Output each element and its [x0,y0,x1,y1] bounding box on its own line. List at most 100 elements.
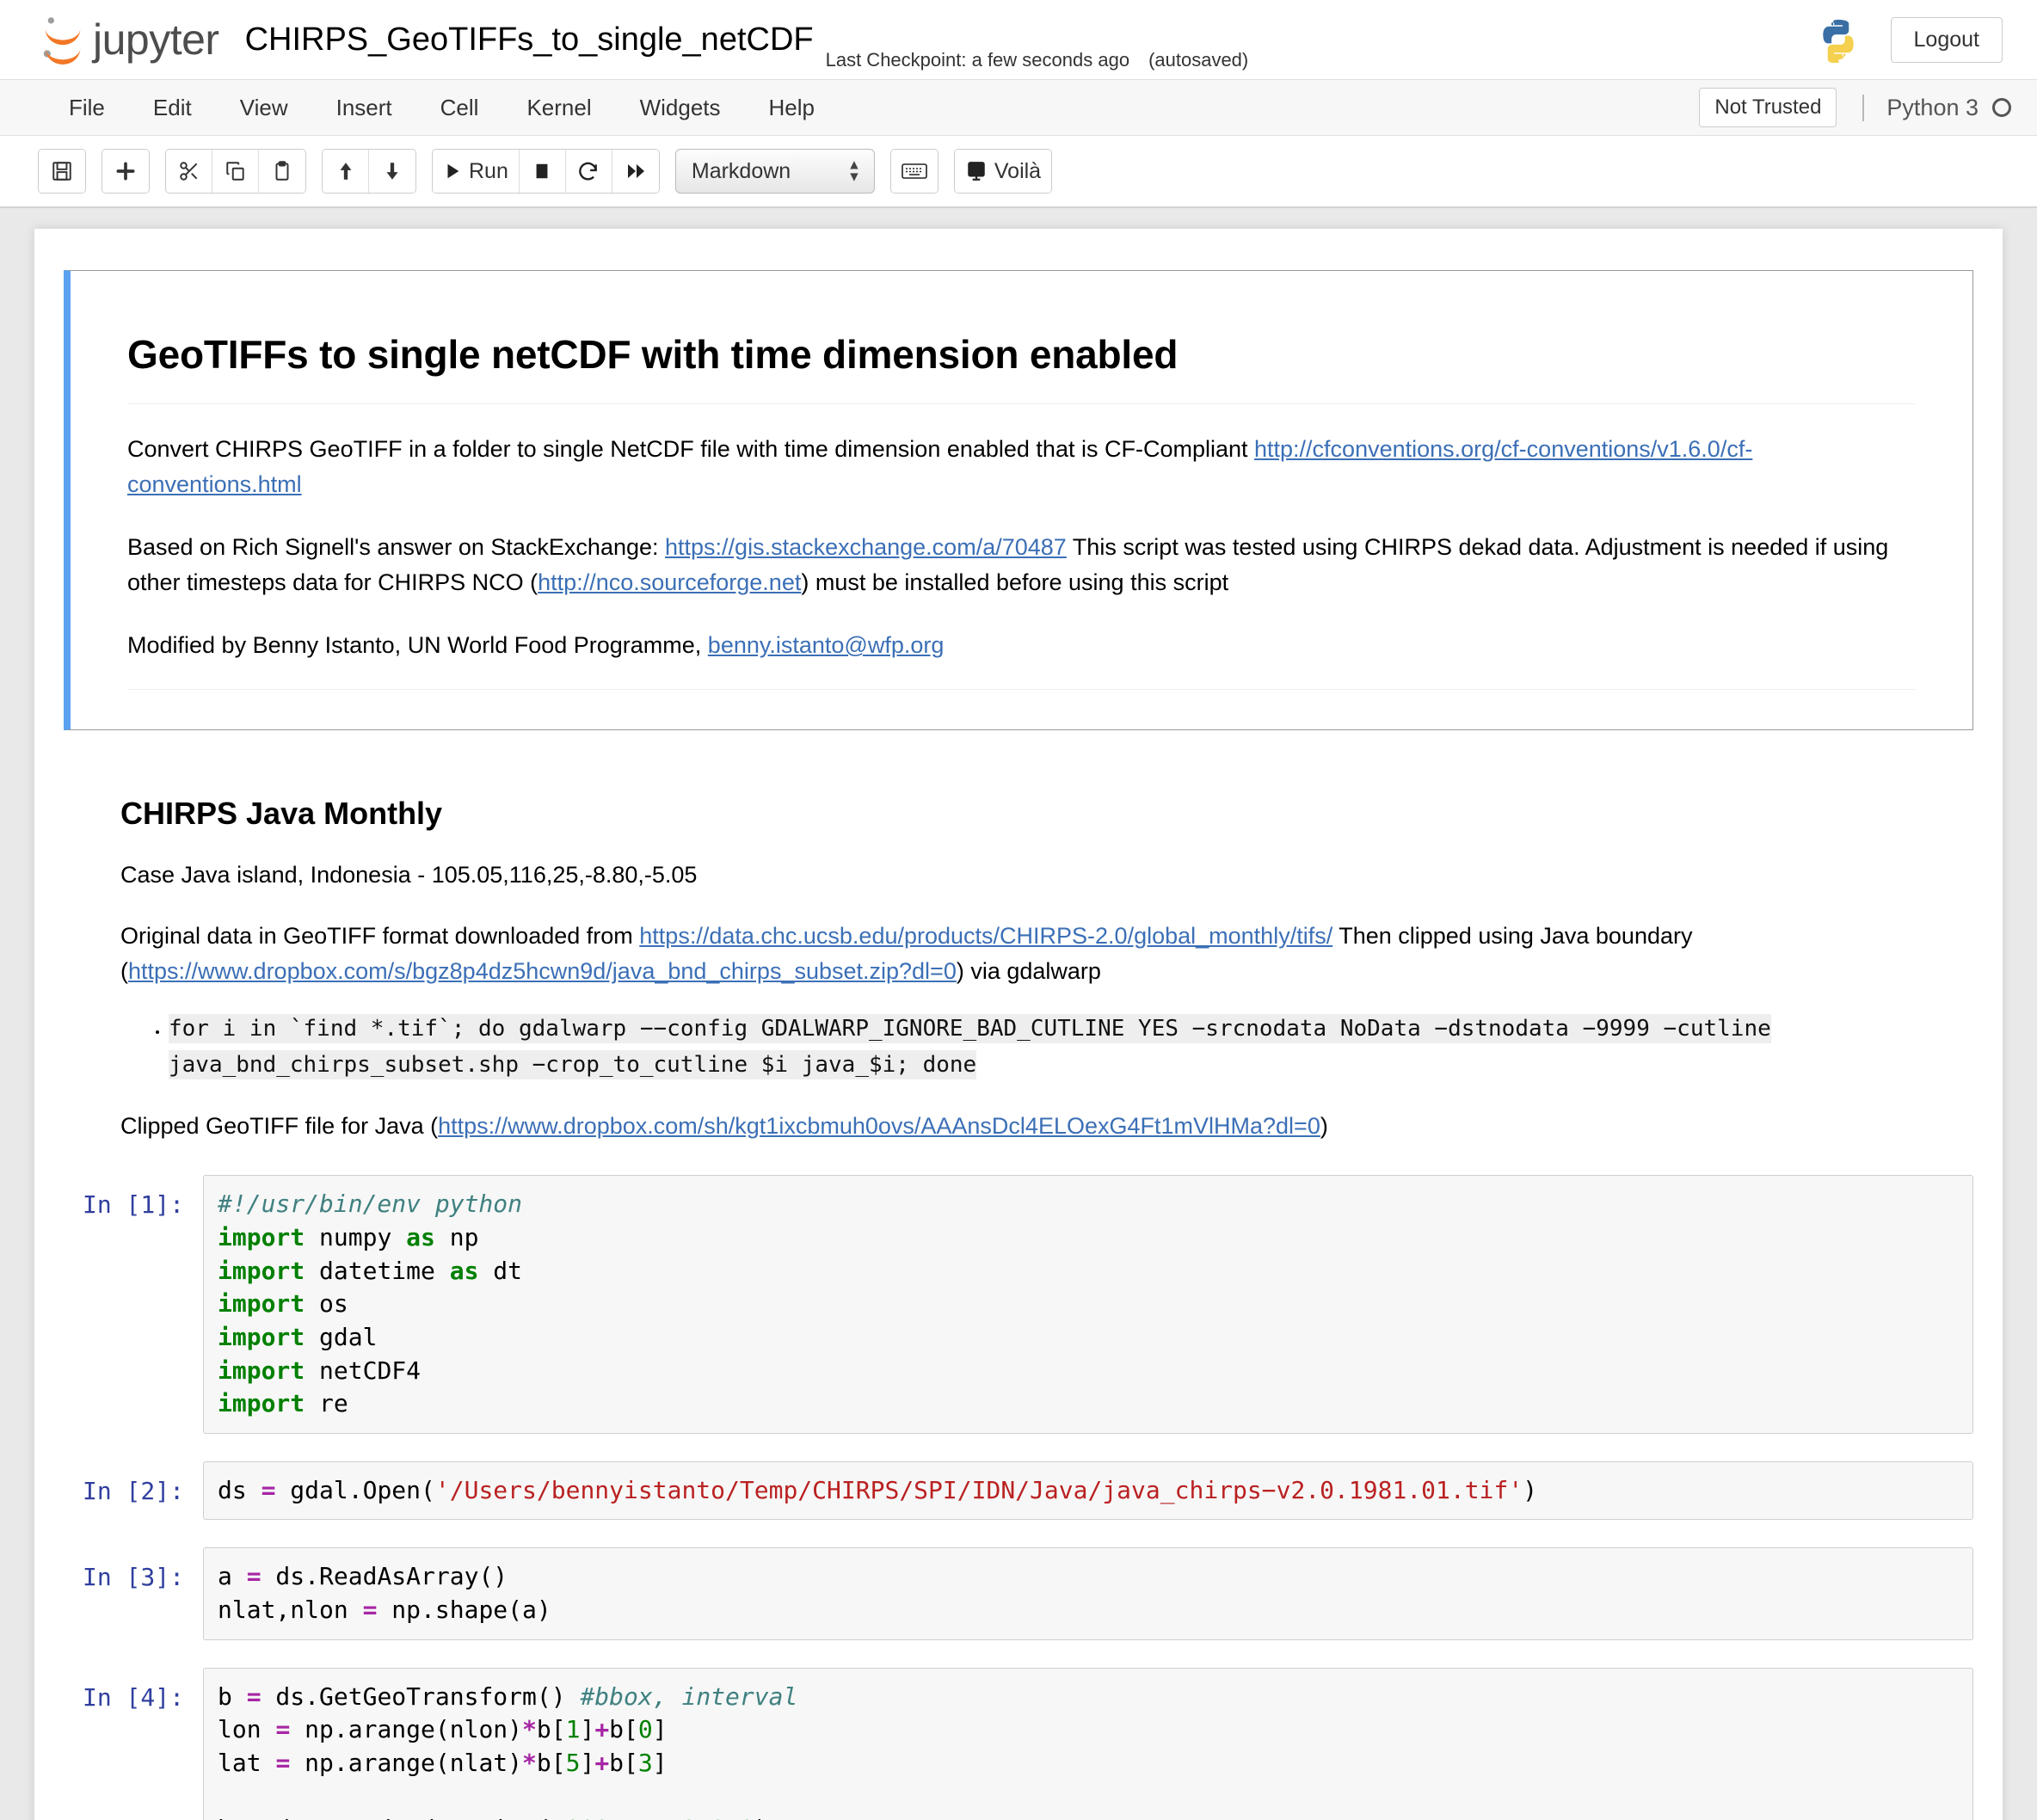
markdown-cell-intro[interactable]: GeoTIFFs to single netCDF with time dime… [64,270,1973,731]
menu-file[interactable]: File [45,86,129,130]
code-editor-area[interactable]: #!/usr/bin/env python import numpy as np… [203,1175,1973,1434]
nco-sourceforge-link[interactable]: http://nco.sourceforge.net [538,569,801,595]
logout-button[interactable]: Logout [1890,16,2003,63]
kernel-idle-circle-icon[interactable] [1992,98,2011,117]
markdown-cell-java-monthly[interactable]: CHIRPS Java Monthly Case Java island, In… [64,754,1973,1161]
cell-type-select[interactable]: Markdown [674,149,875,194]
notebook-title[interactable]: CHIRPS_GeoTIFFs_to_single_netCDF [245,22,814,58]
voila-render-button[interactable]: Voilà [954,150,1052,193]
paste-cell-button[interactable] [259,150,305,193]
stackexchange-link[interactable]: https://gis.stackexchange.com/a/70487 [665,534,1067,560]
code-editor-area[interactable]: b = ds.GetGeoTransform() #bbox, interval… [203,1667,1973,1820]
move-cell-down-button[interactable] [369,150,415,193]
code-cell[interactable]: In [2]: ds = gdal.Open('/Users/bennyistan… [64,1448,1973,1534]
code-token: * [522,1748,537,1777]
code-token: as [449,1256,479,1285]
java-source-paragraph: Original data in GeoTIFF format download… [120,919,1917,989]
arrow-up-icon [335,160,357,182]
run-cell-button[interactable]: Run [433,150,520,193]
interrupt-kernel-button[interactable] [519,150,566,193]
code-editor-area[interactable]: ds = gdal.Open('/Users/bennyistanto/Temp… [203,1460,1973,1521]
plus-icon [114,160,137,182]
code-token: import [218,1223,305,1252]
code-token: lat [218,1748,276,1777]
voila-button-label: Voilà [994,158,1042,183]
save-button[interactable] [39,150,85,193]
page-title: GeoTIFFs to single netCDF with time dime… [127,332,1179,377]
code-token: 0 [681,1815,696,1820]
code-token: + [594,1748,610,1777]
trust-status-badge[interactable]: Not Trusted [1699,88,1837,127]
code-cell[interactable]: In [3]: a = ds.ReadAsArray() nlat,nlon = … [64,1534,1973,1653]
paste-icon [271,160,293,182]
notebook-scroll-container[interactable]: GeoTIFFs to single netCDF with time dime… [0,208,2037,1820]
autosave-status: (autosaved) [1148,49,1249,71]
menu-widgets[interactable]: Widgets [616,86,745,130]
code-token: 3 [637,1748,653,1777]
code-token: dt.datetime( [363,1815,551,1820]
code-token: = [348,1815,363,1820]
execution-count-prompt: In [2]: [82,1476,184,1505]
keyboard-icon [902,162,927,181]
intro-text-2c: ) must be installed before using this sc… [801,569,1229,596]
code-token: ] [652,1748,668,1777]
insert-cell-below-button[interactable] [102,150,149,193]
code-token: re [305,1389,348,1418]
code-editor-area[interactable]: a = ds.ReadAsArray() nlat,nlon = np.shap… [203,1547,1973,1640]
code-token: = [246,1562,262,1591]
code-token: ds.GetGeoTransform() [261,1682,581,1711]
code-token: 5 [565,1748,581,1777]
restart-kernel-button[interactable] [565,150,612,193]
toolbar-group-voila: Voilà [953,149,1053,194]
code-token: = [362,1596,378,1625]
toolbar-group-move [322,149,416,194]
code-token: gdal [305,1322,378,1351]
code-token: as [406,1223,435,1252]
code-token: netCDF4 [305,1356,422,1385]
toolbar-group-clipboard [165,149,306,194]
notebook-header: jupyter CHIRPS_GeoTIFFs_to_single_netCDF… [0,0,2037,79]
code-token: import [218,1389,305,1418]
code-token: b[ [536,1748,566,1777]
move-cell-up-button[interactable] [323,150,369,193]
chirps-tifs-link[interactable]: https://data.chc.ucsb.edu/products/CHIRP… [639,923,1332,949]
java-case-paragraph: Case Java island, Indonesia - 105.05,116… [120,862,698,888]
jupyter-wordmark: jupyter [93,15,219,64]
copy-cell-button[interactable] [212,150,259,193]
menu-edit[interactable]: Edit [129,86,216,130]
code-token: , [609,1815,624,1820]
code-token: = [246,1682,262,1711]
intro-paragraph-2: Based on Rich Signell's answer on StackE… [127,530,1916,600]
code-token: b[ [536,1715,566,1744]
menu-insert[interactable]: Insert [312,86,416,130]
code-token: import [218,1356,305,1385]
menu-kernel[interactable]: Kernel [502,86,615,130]
restart-circle-icon [577,160,600,182]
code-cell[interactable]: In [1]: #!/usr/bin/env python import nump… [64,1161,1973,1447]
code-cell[interactable]: In [4]: b = ds.GetGeoTransform() #bbox, i… [64,1654,1973,1820]
execution-count-prompt: In [3]: [82,1563,184,1592]
kernel-indicator-group: Python 3 [1862,94,2011,121]
menu-cell[interactable]: Cell [416,86,503,130]
menu-help[interactable]: Help [745,86,839,130]
floppy-disk-icon [51,160,73,182]
java-boundary-dropbox-link[interactable]: https://www.dropbox.com/s/bgz8p4dz5hcwn9… [128,958,957,984]
clipped-text-a: Clipped GeoTIFF file for Java ( [120,1113,439,1140]
code-token: ] [580,1748,595,1777]
cut-cell-button[interactable] [166,150,212,193]
toolbar-group-run: Run [432,149,660,194]
code-token: np [434,1223,479,1252]
clipped-geotiff-dropbox-link[interactable]: https://www.dropbox.com/sh/kgt1ixcbmuh0o… [438,1113,1320,1139]
jupyter-logo-link[interactable]: jupyter [38,15,219,65]
command-palette-button[interactable] [890,150,938,193]
code-token: nlat,nlon [218,1596,363,1625]
code-token: b[ [609,1748,638,1777]
jupyter-logo-icon [38,15,88,65]
copy-icon [225,160,247,182]
play-icon [443,162,462,181]
restart-and-run-all-button[interactable] [612,150,659,193]
menu-view[interactable]: View [216,86,312,130]
author-email-link[interactable]: benny.istanto@wfp.org [708,632,945,658]
section-title-chirps-java-monthly: CHIRPS Java Monthly [120,796,443,832]
code-token: * [522,1715,537,1744]
